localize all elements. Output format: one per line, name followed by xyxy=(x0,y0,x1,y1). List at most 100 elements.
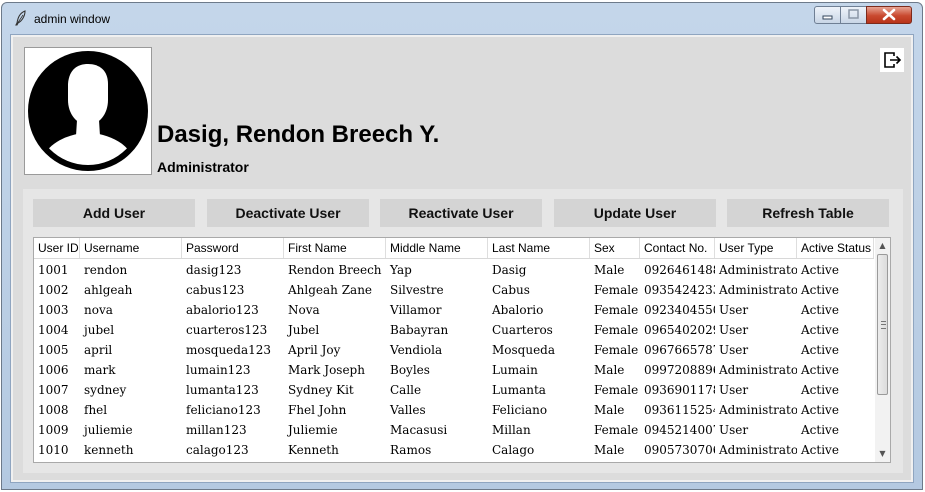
table-cell: Active xyxy=(801,303,839,317)
table-cell: Calago xyxy=(492,443,535,457)
table-cell: 09452140076 xyxy=(644,423,715,437)
maximize-icon xyxy=(848,9,859,19)
window-title: admin window xyxy=(34,12,111,26)
table-cell: Active xyxy=(801,443,839,457)
table-cell: Villamor xyxy=(390,303,442,317)
table-row[interactable]: 1007 sydney lumanta123 Sydney Kit Calle Luman… xyxy=(34,380,874,400)
logout-button[interactable] xyxy=(880,48,904,72)
column-header[interactable]: Last Name xyxy=(488,238,590,258)
title-bar[interactable]: admin window xyxy=(2,3,922,33)
refresh-table-button[interactable]: Refresh Table xyxy=(727,199,889,227)
table-cell: jubel xyxy=(84,323,115,337)
table-cell: Active xyxy=(801,283,839,297)
table-row[interactable]: 1002 ahlgeah cabus123 Ahlgeah Zane Silvestre… xyxy=(34,280,874,300)
vertical-scrollbar[interactable]: ▲ ▼ xyxy=(875,238,890,462)
table-cell: 09972088962 xyxy=(644,363,715,377)
reactivate-user-button[interactable]: Reactivate User xyxy=(380,199,542,227)
column-header[interactable]: Sex xyxy=(590,238,640,258)
table-cell: millan123 xyxy=(186,423,247,437)
table-cell: User xyxy=(719,383,749,397)
table-cell: 1009 xyxy=(38,423,69,437)
deactivate-user-button[interactable]: Deactivate User xyxy=(207,199,369,227)
table-cell: calago123 xyxy=(186,443,249,457)
table-row[interactable]: 1004 jubel cuarteros123 Jubel Babayran Cuarte… xyxy=(34,320,874,340)
column-header[interactable]: User Type xyxy=(715,238,797,258)
table-cell: 1007 xyxy=(38,383,69,397)
table-cell: Valles xyxy=(390,403,426,417)
table-cell: Sydney Kit xyxy=(288,383,354,397)
column-header[interactable]: Password xyxy=(182,238,284,258)
table-cell: Lumanta xyxy=(492,383,546,397)
table-cell: Jubel xyxy=(288,323,320,337)
table-cell: cuarteros123 xyxy=(186,323,268,337)
table-cell: Calle xyxy=(390,383,422,397)
column-header[interactable]: User ID xyxy=(34,238,80,258)
table-row[interactable]: 1006 mark lumain123 Mark Joseph Boyles Lumain… xyxy=(34,360,874,380)
table-cell: Administrator xyxy=(719,263,797,277)
table-cell: 09057307063 xyxy=(644,443,715,457)
column-header[interactable]: Middle Name xyxy=(386,238,488,258)
table-cell: Abalorio xyxy=(492,303,544,317)
table-cell: Female xyxy=(594,323,639,337)
table-cell: kenneth xyxy=(84,443,134,457)
minimize-icon xyxy=(822,15,833,20)
column-header[interactable]: Username xyxy=(80,238,182,258)
column-header[interactable]: First Name xyxy=(284,238,386,258)
table-cell: 09369011783 xyxy=(644,383,715,397)
table-cell: Female xyxy=(594,423,639,437)
table-cell: sydney xyxy=(84,383,127,397)
close-button[interactable] xyxy=(866,6,912,24)
table-cell: Active xyxy=(801,323,839,337)
logout-icon xyxy=(884,52,902,68)
table-cell: Vendiola xyxy=(390,343,443,357)
table-cell: april xyxy=(84,343,113,357)
table-row[interactable]: 1009 juliemie millan123 Juliemie Macasusi Mil… xyxy=(34,420,874,440)
table-cell: fhel xyxy=(84,403,108,417)
table-row[interactable]: 1003 nova abalorio123 Nova Villamor Abalorio F… xyxy=(34,300,874,320)
table-row[interactable]: 1001 rendon dasig123 Rendon Breech Yap Dasig M… xyxy=(34,260,874,280)
table-cell: 1001 xyxy=(38,263,69,277)
table-cell: Yap xyxy=(390,263,412,277)
scroll-up-arrow-icon[interactable]: ▲ xyxy=(875,238,890,254)
scrollbar-thumb[interactable] xyxy=(877,254,888,395)
table-cell: 09234045505 xyxy=(644,303,715,317)
table-cell: 1006 xyxy=(38,363,69,377)
table-cell: Macasusi xyxy=(390,423,448,437)
table-cell: Active xyxy=(801,403,839,417)
add-user-button[interactable]: Add User xyxy=(33,199,195,227)
grip-icon xyxy=(881,321,886,329)
admin-window: admin window Dasig, Rendon Breech Y. Adm… xyxy=(1,2,923,490)
table-cell: Boyles xyxy=(390,363,430,377)
minimize-button[interactable] xyxy=(814,6,841,24)
table-cell: lumanta123 xyxy=(186,383,259,397)
user-management-panel: Add User Deactivate User Reactivate User… xyxy=(23,189,903,473)
table-cell: 09264614887 xyxy=(644,263,715,277)
table-cell: Rendon Breech xyxy=(288,263,382,277)
table-cell: Fhel John xyxy=(288,403,347,417)
table-cell: Administrator xyxy=(719,403,797,417)
table-cell: April Joy xyxy=(288,343,341,357)
table-cell: Active xyxy=(801,383,839,397)
update-user-button[interactable]: Update User xyxy=(554,199,716,227)
column-header[interactable]: Contact No. xyxy=(640,238,715,258)
table-row[interactable]: 1008 fhel feliciano123 Fhel John Valles Felic… xyxy=(34,400,874,420)
table-row[interactable]: 1010 kenneth calago123 Kenneth Ramos Calago Ma… xyxy=(34,440,874,460)
table-cell: Administrator xyxy=(719,443,797,457)
table-row[interactable]: 1005 april mosqueda123 April Joy Vendiola Mos… xyxy=(34,340,874,360)
table-cell: Active xyxy=(801,363,839,377)
table-cell: Active xyxy=(801,263,839,277)
table-cell: User xyxy=(719,343,749,357)
table-cell: Kenneth xyxy=(288,443,339,457)
maximize-button[interactable] xyxy=(840,6,867,24)
table-cell: nova xyxy=(84,303,113,317)
table-cell: rendon xyxy=(84,263,128,277)
column-header[interactable]: Active Status xyxy=(797,238,874,258)
table-cell: Ramos xyxy=(390,443,432,457)
scroll-down-arrow-icon[interactable]: ▼ xyxy=(875,446,890,462)
table-cell: Administrator xyxy=(719,363,797,377)
users-table[interactable]: User ID Username Password First Name Mid… xyxy=(33,237,891,463)
table-cell: Ahlgeah Zane xyxy=(288,283,373,297)
table-cell: lumain123 xyxy=(186,363,251,377)
table-cell: Juliemie xyxy=(288,423,338,437)
user-role: Administrator xyxy=(157,159,249,175)
